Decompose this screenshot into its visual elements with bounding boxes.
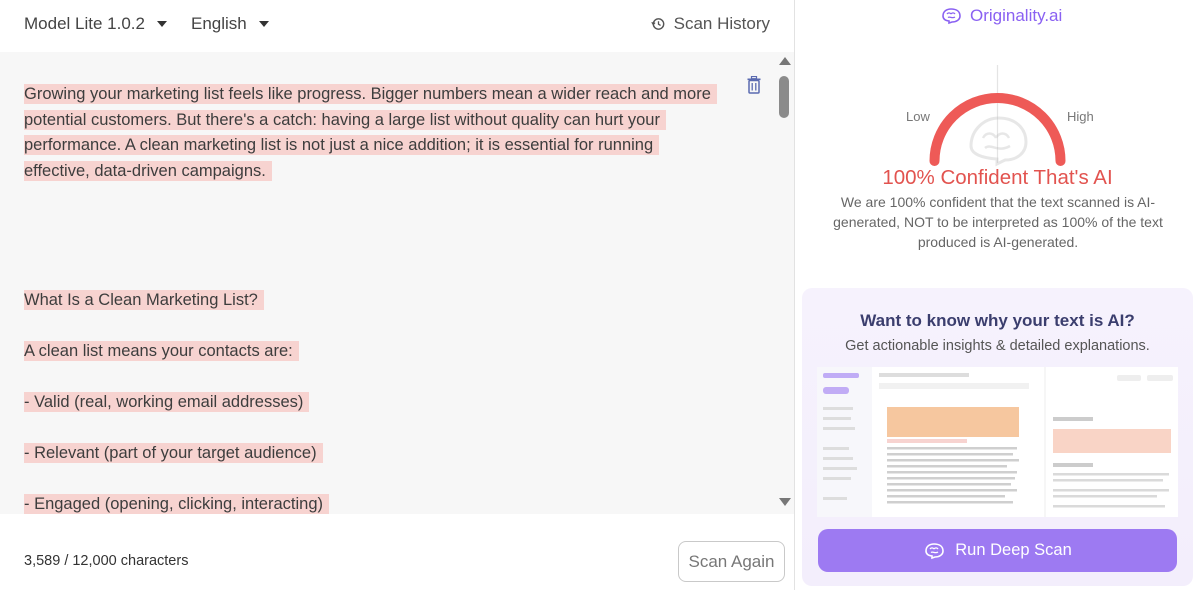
scan-history-button[interactable]: Scan History	[650, 14, 770, 34]
editor-scrollbar[interactable]	[776, 52, 794, 514]
gauge-high-label: High	[1067, 109, 1094, 124]
ai-confidence-gauge	[929, 65, 1066, 167]
highlighted-text: - Engaged (opening, clicking, interactin…	[24, 494, 330, 514]
character-count: 3,589 / 12,000 characters	[24, 553, 189, 569]
list-lead: A clean list means your contacts are:	[24, 339, 299, 364]
brand-name: Originality.ai	[970, 6, 1063, 25]
run-deep-scan-button[interactable]: Run Deep Scan	[818, 529, 1177, 572]
highlighted-text: - Relevant (part of your target audience…	[24, 443, 323, 463]
results-pane: Originality.ai Low High 100% Confident T…	[795, 0, 1200, 590]
scroll-up-arrow-icon[interactable]	[779, 57, 791, 65]
highlighted-text: Growing your marketing list feels like p…	[24, 84, 717, 181]
scan-again-button[interactable]: Scan Again	[678, 541, 785, 582]
brain-icon	[925, 542, 945, 559]
editor-toolbar: Model Lite 1.0.2 English Scan History	[0, 0, 794, 50]
model-dropdown[interactable]: Model Lite 1.0.2	[24, 14, 167, 34]
deep-scan-preview-image	[817, 367, 1178, 517]
text-editor[interactable]: Growing your marketing list feels like p…	[0, 52, 794, 514]
gauge-low-label: Low	[906, 109, 930, 124]
trash-icon[interactable]	[746, 76, 762, 94]
run-deep-scan-label: Run Deep Scan	[955, 541, 1072, 559]
intro-paragraph: Growing your marketing list feels like p…	[24, 82, 717, 184]
verdict-explanation: We are 100% confident that the text scan…	[833, 194, 1163, 250]
highlighted-text: A clean list means your contacts are:	[24, 341, 299, 361]
deep-scan-promo: Want to know why your text is AI? Get ac…	[802, 288, 1193, 586]
promo-subtitle: Get actionable insights & detailed expla…	[845, 338, 1150, 354]
history-icon	[650, 18, 665, 30]
verdict-text: 100% Confident That's AI	[882, 166, 1113, 189]
brain-icon	[969, 116, 1028, 167]
app-root: Model Lite 1.0.2 English Scan History Gr…	[0, 0, 1200, 590]
list-item: - Relevant (part of your target audience…	[24, 441, 323, 466]
scroll-down-arrow-icon[interactable]	[779, 498, 791, 506]
chevron-down-icon	[258, 21, 269, 27]
scan-history-label: Scan History	[673, 14, 770, 33]
list-item: - Engaged (opening, clicking, interactin…	[24, 492, 330, 514]
editor-pane: Model Lite 1.0.2 English Scan History Gr…	[0, 0, 794, 590]
language-dropdown-label: English	[191, 14, 247, 33]
chevron-down-icon	[156, 21, 167, 27]
list-item: - Valid (real, working email addresses)	[24, 390, 310, 415]
promo-title: Want to know why your text is AI?	[860, 311, 1135, 330]
scrollbar-thumb[interactable]	[779, 76, 789, 118]
section-heading: What Is a Clean Marketing List?	[24, 288, 264, 313]
brain-icon	[942, 8, 961, 25]
language-dropdown[interactable]: English	[191, 14, 269, 34]
model-dropdown-label: Model Lite 1.0.2	[24, 14, 145, 33]
highlighted-text: What Is a Clean Marketing List?	[24, 290, 264, 310]
brand-logo[interactable]: Originality.ai	[940, 6, 1062, 26]
highlighted-text: - Valid (real, working email addresses)	[24, 392, 310, 412]
